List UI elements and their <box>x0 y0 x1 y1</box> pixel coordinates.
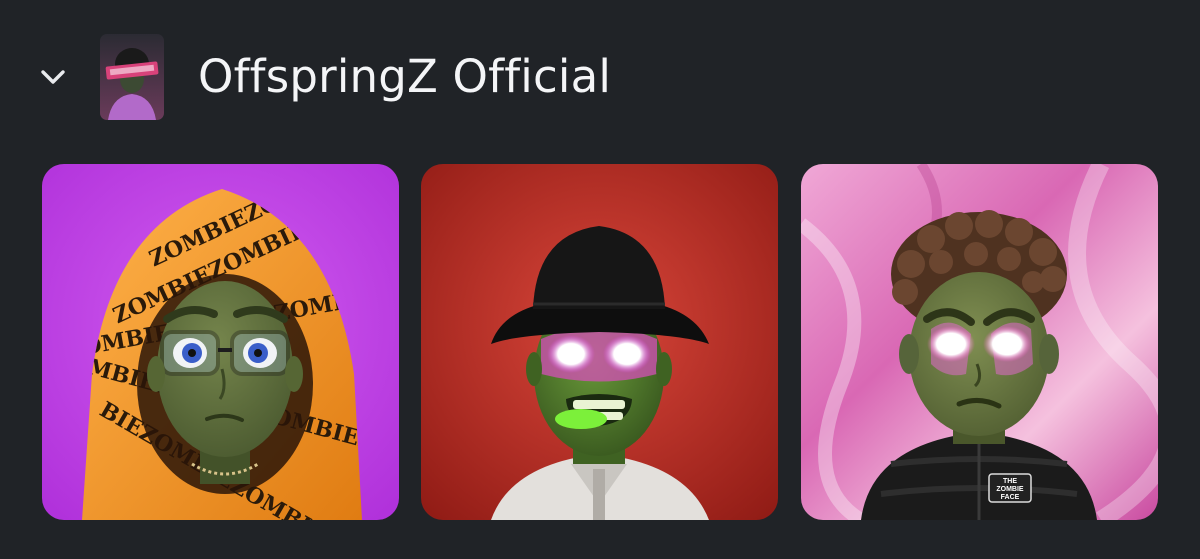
collection-title[interactable]: OffspringZ Official <box>198 47 611 107</box>
collection-page: OffspringZ Official ZOMBIEZOMBIEZOMBIE Z… <box>0 0 1200 559</box>
nft-card[interactable]: THE ZOMBIE FACE <box>801 164 1158 520</box>
nft-image: ZOMBIEZOMBIEZOMBIE ZOMBIEZOMBIEZOMBIE OM… <box>42 164 399 520</box>
jacket-logo-line-1: THE <box>1003 478 1017 485</box>
nft-card[interactable] <box>421 164 778 520</box>
nft-image <box>421 164 778 520</box>
nft-image: THE ZOMBIE FACE <box>801 164 1158 520</box>
nft-card[interactable]: ZOMBIEZOMBIEZOMBIE ZOMBIEZOMBIEZOMBIE OM… <box>42 164 399 520</box>
collection-avatar[interactable] <box>100 34 164 120</box>
chevron-down-icon[interactable] <box>36 60 70 94</box>
jacket-logo-line-3: FACE <box>1001 494 1020 501</box>
jacket-logo-line-2: ZOMBIE <box>996 486 1024 493</box>
collection-header: OffspringZ Official <box>0 0 1200 150</box>
